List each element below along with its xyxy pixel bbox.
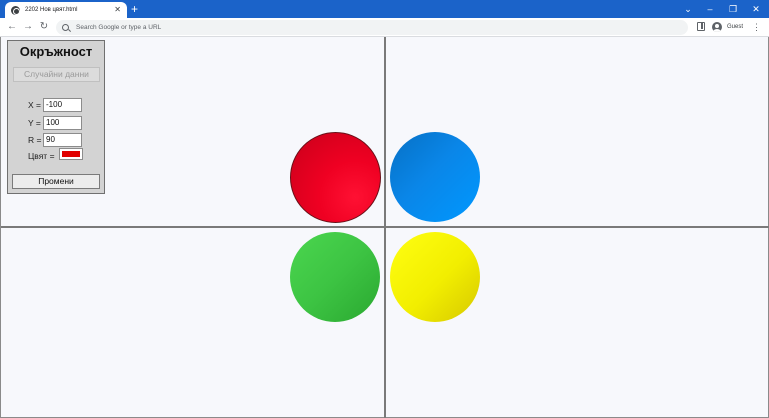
tab-search-icon[interactable]: ⌄ [677, 0, 699, 18]
side-panel-icon[interactable] [697, 22, 705, 31]
profile-avatar-icon[interactable] [712, 22, 722, 32]
vertical-axis [384, 37, 386, 418]
tab-title: 2202 Нов цвят.html [25, 7, 78, 13]
search-icon [62, 24, 69, 31]
tab-close-icon[interactable]: ✕ [114, 4, 121, 16]
r-input[interactable]: 90 [43, 133, 82, 147]
y-input[interactable]: 100 [43, 116, 82, 130]
random-data-button[interactable]: Случайни данни [13, 67, 100, 82]
r-label: R = [28, 135, 42, 145]
browser-titlebar: 2202 Нов цвят.html ✕ + ⌄ – ❐ ✕ [0, 0, 769, 18]
circle-control-panel: Окръжност Случайни данни X = -100 Y = 10… [7, 40, 105, 194]
color-picker[interactable] [59, 148, 83, 160]
browser-menu-icon[interactable]: ⋮ [752, 20, 761, 34]
x-label: X = [28, 100, 41, 110]
globe-icon [11, 5, 20, 15]
y-label: Y = [28, 118, 41, 128]
forward-icon[interactable]: → [21, 20, 35, 34]
browser-toolbar: ← → ↻ Search Google or type a URL Guest … [0, 18, 769, 37]
circle-blue [390, 132, 480, 222]
circle-green [290, 232, 380, 322]
circle-yellow [390, 232, 480, 322]
horizontal-axis [1, 226, 769, 228]
maximize-icon[interactable]: ❐ [722, 0, 744, 18]
window-close-icon[interactable]: ✕ [745, 0, 767, 18]
address-bar[interactable]: Search Google or type a URL [56, 20, 688, 35]
panel-title: Окръжност [19, 44, 93, 59]
circle-red [290, 132, 381, 223]
browser-tab[interactable]: 2202 Нов цвят.html ✕ [5, 2, 127, 18]
back-icon[interactable]: ← [5, 20, 19, 34]
minimize-icon[interactable]: – [699, 0, 721, 18]
reload-icon[interactable]: ↻ [37, 20, 51, 34]
page-canvas: Окръжност Случайни данни X = -100 Y = 10… [0, 37, 769, 418]
change-button[interactable]: Промени [12, 174, 100, 189]
color-label: Цвят = [28, 151, 55, 161]
x-input[interactable]: -100 [43, 98, 82, 112]
address-bar-placeholder: Search Google or type a URL [76, 24, 162, 31]
profile-label[interactable]: Guest [727, 22, 743, 32]
new-tab-button[interactable]: + [131, 1, 138, 17]
color-swatch-fill [62, 151, 80, 157]
